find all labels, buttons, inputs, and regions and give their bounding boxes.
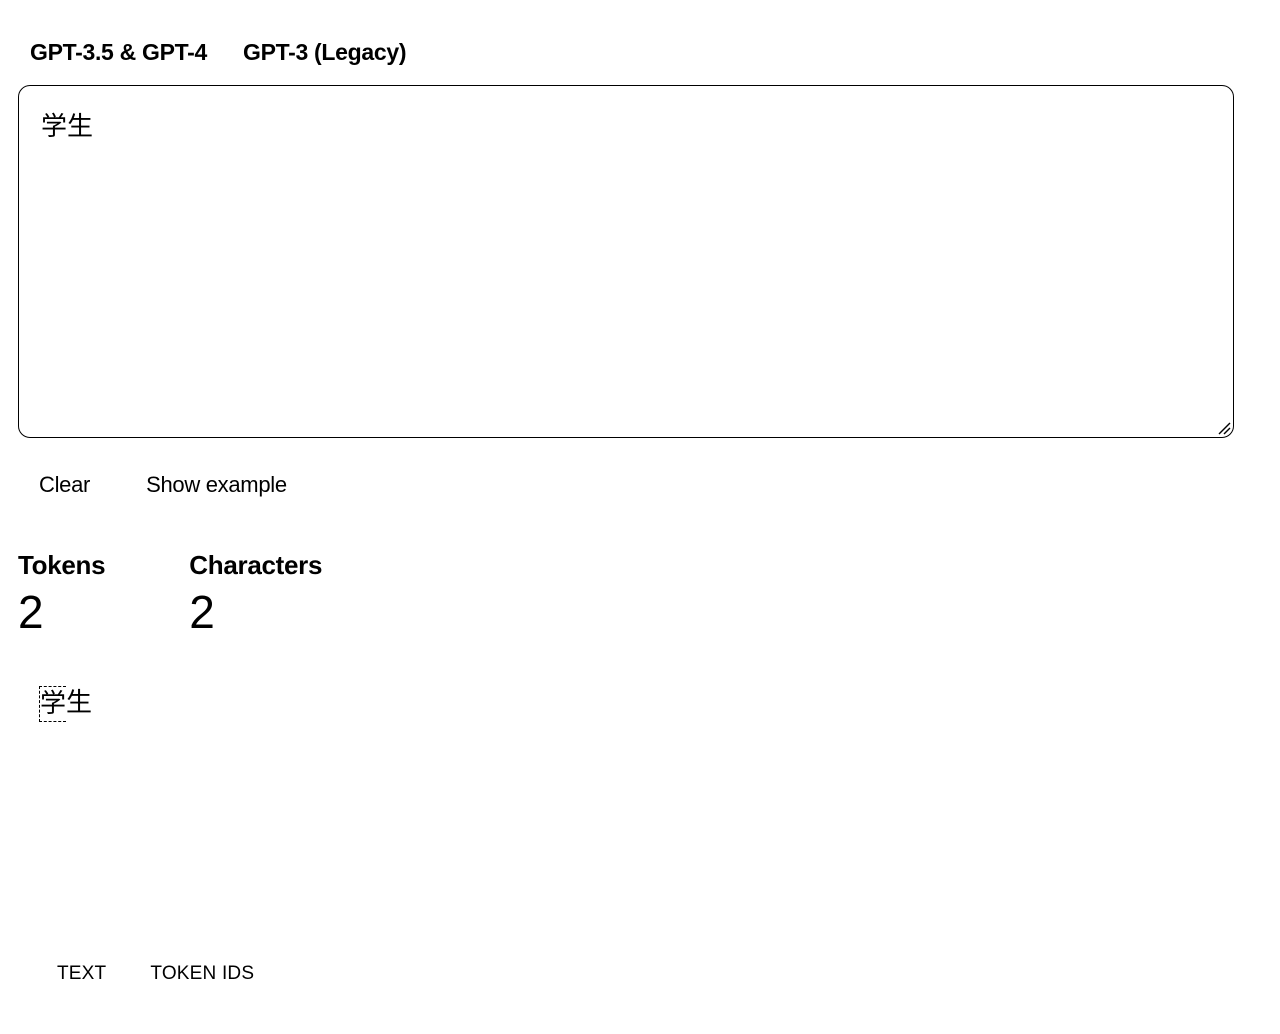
tab-gpt-3-legacy[interactable]: GPT-3 (Legacy): [243, 36, 407, 68]
clear-button[interactable]: Clear: [39, 469, 90, 501]
view-tabs: TEXT TOKEN IDS: [57, 960, 254, 988]
token-chip: 学: [39, 686, 67, 722]
characters-stat: Characters 2: [189, 548, 322, 640]
token-chip: 生: [66, 688, 93, 718]
text-input-area[interactable]: 学生: [18, 85, 1234, 438]
show-example-button[interactable]: Show example: [146, 469, 287, 501]
editor-actions: Clear Show example: [39, 469, 287, 501]
tokens-count: 2: [18, 586, 44, 638]
resize-handle-icon[interactable]: [1217, 421, 1231, 435]
model-tabs: GPT-3.5 & GPT-4 GPT-3 (Legacy): [30, 36, 407, 68]
characters-label: Characters: [189, 550, 323, 580]
tab-token-ids[interactable]: TOKEN IDS: [150, 960, 254, 988]
tokens-stat: Tokens 2: [18, 548, 106, 640]
text-input-value: 学生: [41, 112, 94, 142]
token-visualization: 学生: [39, 686, 92, 722]
stats: Tokens 2 Characters 2: [18, 548, 322, 640]
tokenizer-page: GPT-3.5 & GPT-4 GPT-3 (Legacy) 学生 Clear …: [0, 0, 1280, 1034]
tokens-label: Tokens: [18, 550, 106, 580]
tab-gpt-35-gpt-4[interactable]: GPT-3.5 & GPT-4: [30, 36, 207, 68]
characters-count: 2: [189, 586, 215, 638]
tab-text[interactable]: TEXT: [57, 960, 106, 988]
